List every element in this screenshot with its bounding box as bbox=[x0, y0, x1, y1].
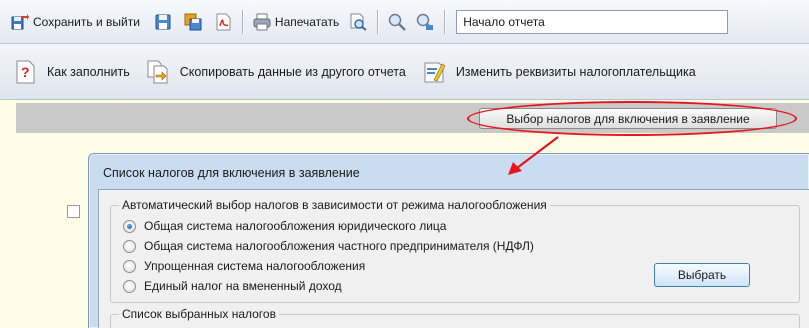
print-icon bbox=[253, 13, 271, 31]
select-button-label: Выбрать bbox=[677, 268, 727, 282]
print-button[interactable]: Напечатать bbox=[250, 9, 342, 35]
report-section-combo[interactable]: Начало отчета bbox=[456, 9, 729, 34]
save-exit-button[interactable]: Сохранить и выйти bbox=[8, 9, 143, 35]
radio-label: Упрощенная система налогообложения bbox=[144, 259, 366, 273]
print-label: Напечатать bbox=[274, 14, 340, 29]
selected-taxes-group: Список выбранных налогов bbox=[110, 307, 800, 328]
save-copy-icon bbox=[184, 13, 202, 31]
save-exit-icon bbox=[11, 13, 29, 31]
toolbar-separator bbox=[377, 9, 379, 34]
how-to-fill-button[interactable]: ? Как заполнить bbox=[10, 56, 133, 88]
selected-taxes-caption: Список выбранных налогов bbox=[119, 307, 279, 321]
help-icon: ? bbox=[13, 60, 37, 84]
radio-button[interactable] bbox=[123, 239, 136, 253]
print-preview-button[interactable] bbox=[346, 9, 370, 35]
highlight-ellipse bbox=[467, 101, 797, 136]
background-checkbox[interactable] bbox=[67, 205, 80, 218]
print-preview-icon bbox=[349, 13, 367, 31]
save-copy-button[interactable] bbox=[181, 9, 205, 35]
radio-label: Общая система налогообложения частного п… bbox=[144, 239, 534, 253]
toolbar-separator bbox=[444, 9, 446, 34]
auto-selection-caption: Автоматический выбор налогов в зависимос… bbox=[119, 198, 550, 212]
radio-option-legal-entity[interactable]: Общая система налогообложения юридическо… bbox=[123, 219, 446, 233]
dialog-title: Список налогов для включения в заявление bbox=[103, 166, 360, 180]
secondary-toolbar: ? Как заполнить Скопировать данные из др… bbox=[0, 44, 809, 100]
radio-option-entrepreneur[interactable]: Общая система налогообложения частного п… bbox=[123, 239, 534, 253]
taxes-dialog: Список налогов для включения в заявление… bbox=[88, 153, 809, 328]
radio-label: Общая система налогообложения юридическо… bbox=[144, 219, 447, 233]
change-details-label: Изменить реквизиты налогоплательщика bbox=[455, 64, 696, 79]
pdf-icon bbox=[214, 13, 232, 31]
copy-data-label: Скопировать данные из другого отчета bbox=[179, 64, 406, 79]
zoom-button[interactable] bbox=[385, 9, 409, 35]
copy-document-icon bbox=[146, 60, 170, 84]
report-section-value: Начало отчета bbox=[463, 14, 545, 29]
radio-label: Единый налог на вмененный доход bbox=[144, 279, 342, 293]
edit-details-icon bbox=[422, 60, 446, 84]
floppy-icon bbox=[154, 13, 172, 31]
toolbar-separator bbox=[241, 9, 243, 34]
main-toolbar: Сохранить и выйти Напечатать Начало отче… bbox=[0, 0, 809, 44]
zoom-settings-icon bbox=[416, 13, 434, 31]
radio-button[interactable] bbox=[123, 259, 136, 273]
export-pdf-button[interactable] bbox=[211, 9, 235, 35]
save-exit-label: Сохранить и выйти bbox=[33, 14, 140, 29]
select-button[interactable]: Выбрать bbox=[654, 263, 750, 287]
radio-option-simplified[interactable]: Упрощенная система налогообложения bbox=[123, 259, 365, 273]
dialog-content: Автоматический выбор налогов в зависимос… bbox=[98, 189, 809, 328]
save-button[interactable] bbox=[151, 9, 175, 35]
radio-button[interactable] bbox=[123, 219, 136, 233]
svg-text:?: ? bbox=[21, 64, 30, 80]
copy-data-button[interactable]: Скопировать данные из другого отчета bbox=[143, 56, 409, 88]
radio-option-imputed-income[interactable]: Единый налог на вмененный доход bbox=[123, 279, 342, 293]
zoom-icon bbox=[388, 13, 407, 31]
how-to-fill-label: Как заполнить bbox=[47, 64, 130, 79]
change-details-button[interactable]: Изменить реквизиты налогоплательщика bbox=[419, 56, 699, 88]
auto-selection-group: Автоматический выбор налогов в зависимос… bbox=[110, 198, 800, 303]
zoom-settings-button[interactable] bbox=[413, 9, 437, 35]
radio-button[interactable] bbox=[123, 279, 136, 293]
